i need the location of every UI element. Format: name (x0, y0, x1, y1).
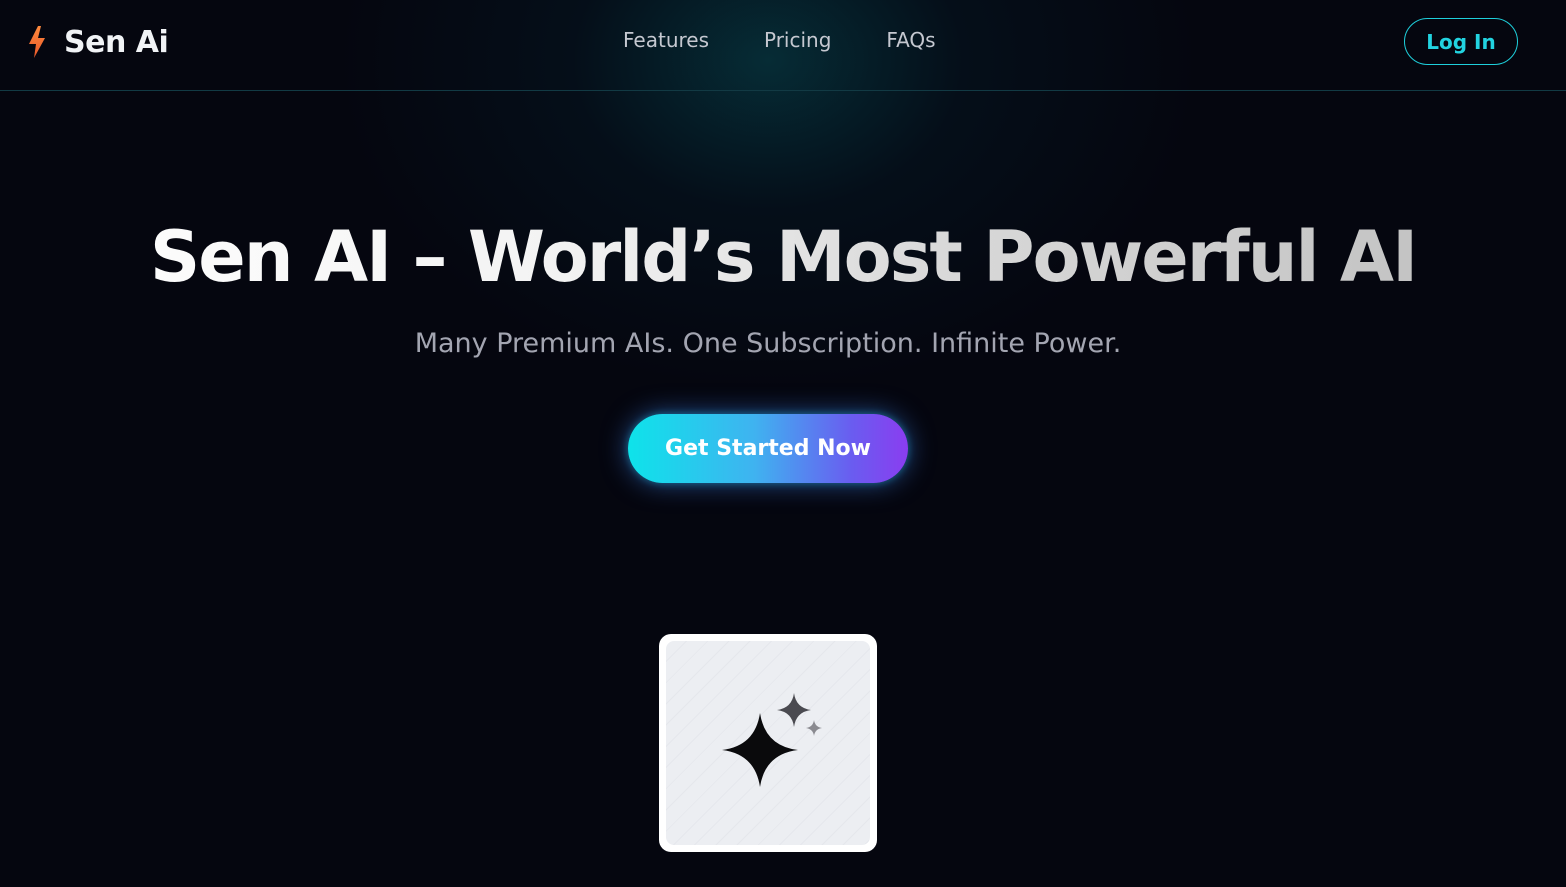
top-navbar: Sen Ai Features Pricing FAQs Log In (0, 0, 1566, 91)
preview-image-card (659, 634, 877, 852)
brand-name: Sen Ai (64, 24, 169, 60)
preview-image (666, 641, 870, 845)
nav-link-pricing[interactable]: Pricing (764, 28, 831, 52)
brand-logo-link[interactable]: Sen Ai (26, 22, 169, 62)
hero-subtitle: Many Premium AIs. One Subscription. Infi… (414, 328, 1122, 359)
primary-nav: Features Pricing FAQs (623, 28, 936, 52)
landing-page: Sen Ai Features Pricing FAQs Log In Sen … (0, 0, 1566, 887)
lightning-bolt-icon (29, 26, 45, 58)
hero-title: Sen AI – World’s Most Powerful AI (0, 216, 1566, 298)
get-started-button[interactable]: Get Started Now (628, 414, 908, 483)
login-button[interactable]: Log In (1404, 18, 1518, 65)
sparkles-icon (722, 693, 822, 787)
nav-link-features[interactable]: Features (623, 28, 709, 52)
nav-link-faqs[interactable]: FAQs (886, 28, 935, 52)
